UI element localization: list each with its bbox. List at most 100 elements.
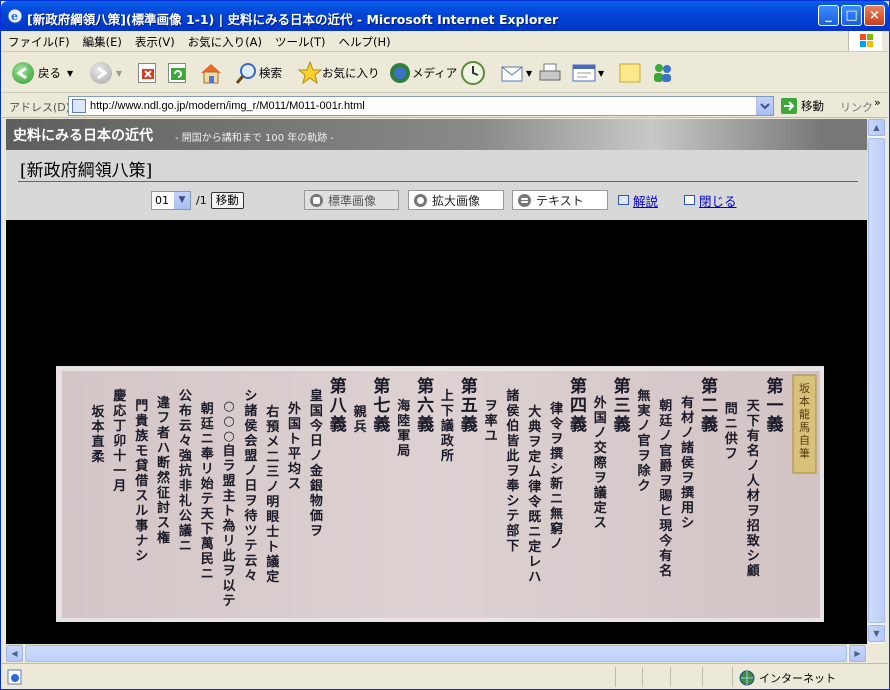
zone-label: インターネット [759,672,836,685]
address-input[interactable]: http://www.ndl.go.jp/modern/img_r/M011/M… [68,96,774,116]
mail-button[interactable]: ▼ [500,61,532,85]
maximize-button[interactable]: □ [841,5,862,26]
back-dropdown-icon[interactable]: ▼ [67,69,73,78]
home-button[interactable] [198,61,224,85]
forward-button[interactable]: ▼ [90,61,122,85]
manuscript-column: 無実ノ官ヲ除ク [637,388,651,494]
address-bar: アドレス(D) http://www.ndl.go.jp/modern/img_… [2,94,888,118]
zoom-view-icon [414,193,427,207]
go-button[interactable]: 移動 [780,97,824,115]
manuscript-column: 朝廷ニ奉リ始テ天下萬民ニ [200,401,215,582]
view-text-button[interactable]: テキスト [512,190,608,210]
label-char: 馬 [799,421,810,434]
site-subtitle: - 開国から講和まで 100 年の軌跡 - [175,133,335,144]
manuscript-image[interactable]: 坂本龍馬自筆 第一義天下有名ノ人材ヲ招致シ顧問ニ供フ第二義有材ノ諸侯ヲ撰用シ朝廷… [6,220,867,644]
scroll-left-icon[interactable]: ◀ [6,645,23,662]
label-char: 自 [799,434,810,447]
article-heading: 第一義 [767,376,784,435]
title-bar[interactable]: e [新政府綱領八策](標準画像 1-1) | 史料にみる日本の近代 - Mic… [1,1,889,31]
menu-favorites[interactable]: お気に入り(A) [182,31,269,50]
security-zone: インターネット [732,667,882,687]
menu-edit[interactable]: 編集(E) [77,31,129,50]
discuss-button[interactable] [618,61,642,85]
close-page-link[interactable]: 閉じる [684,190,737,210]
close-button[interactable]: × [864,5,885,26]
page-select[interactable]: 01 ▼ [151,190,191,210]
media-label: メディア [412,66,458,80]
vertical-scroll-thumb[interactable] [868,138,885,623]
status-separator [642,667,643,687]
page-select-value: 01 [155,193,169,207]
close-box-icon [684,195,695,205]
manuscript-column: ○ ○ ○自ラ盟主ト為リ此ヲ以テ [222,399,235,609]
manuscript-column: 朝廷ノ官爵ヲ賜ヒ現今有名 [658,398,673,579]
stop-button[interactable] [138,61,156,85]
refresh-button[interactable] [168,61,186,85]
links-label[interactable]: リンク [840,99,873,115]
print-button[interactable] [538,61,562,85]
search-label: 検索 [259,66,282,80]
back-arrow-icon [12,62,34,84]
manuscript-column: 律令ヲ撰シ新ニ無窮ノ [550,401,564,552]
manuscript-column: 大典ヲ定ム律令既ニ定レハ [527,404,542,585]
chevron-down-icon[interactable]: ▼ [174,191,190,209]
article-heading: 第二義 [701,376,718,435]
view-standard-button[interactable]: 標準画像 [304,190,399,210]
manuscript-column: 問ニ供フ [724,402,738,462]
address-dropdown-icon[interactable] [756,97,773,115]
forward-dropdown-icon[interactable]: ▼ [116,69,122,78]
stop-icon [138,63,156,83]
book-icon [618,195,629,205]
commentary-link[interactable]: 解説 [618,190,658,210]
manuscript-column: 公布云々強抗非礼公議ニ [179,389,192,554]
mail-icon [501,66,523,82]
site-header: 史料にみる日本の近代 - 開国から講和まで 100 年の軌跡 - [6,119,867,150]
article-heading: 第六義 [417,376,434,435]
menu-help[interactable]: ヘルプ(H) [333,31,398,50]
edit-button[interactable]: ▼ [572,61,604,85]
document-title: [新政府綱領八策] [20,161,153,181]
horizontal-scrollbar[interactable]: ◀ ▶ [6,644,867,662]
menu-file[interactable]: ファイル(F) [2,31,77,50]
page-go-button[interactable]: 移動 [210,191,244,209]
divider [18,181,858,182]
horizontal-scroll-thumb[interactable] [25,645,847,662]
manuscript-column: 門貴族モ貸借スル事ナシ [134,399,149,564]
minimize-button[interactable]: _ [818,5,839,26]
view-zoom-frame: 拡大画像 [408,190,504,210]
menu-view[interactable]: 表示(V) [129,31,182,50]
history-button[interactable] [460,61,486,85]
links-chevron-icon[interactable]: » [874,96,881,109]
edit-dropdown-icon[interactable]: ▼ [598,69,604,78]
back-button[interactable]: 戻る ▼ [12,61,73,85]
media-button[interactable]: メディア [388,61,457,85]
manuscript-column: 上下議政所 [441,389,455,464]
manuscript-column: 違フ者ハ断然征討ス権 [156,395,170,546]
manuscript-column: 海陸軍局 [397,398,410,459]
favorites-button[interactable]: お気に入り [298,61,380,85]
scroll-down-icon[interactable]: ▼ [868,625,885,642]
menu-tools[interactable]: ツール(T) [269,31,333,50]
view-standard-label: 標準画像 [328,193,377,208]
mail-dropdown-icon[interactable]: ▼ [526,69,532,78]
manuscript-column: 有材ノ諸侯ヲ撰用シ [680,395,694,531]
vertical-scrollbar[interactable]: ▲ ▼ [867,119,885,644]
view-standard-frame: 標準画像 [304,190,399,210]
globe-icon [739,670,755,686]
label-char: 筆 [799,446,810,460]
refresh-icon [168,63,186,83]
manuscript-column: 右預メ二三ノ明眼士ト議定 [265,404,280,585]
scroll-up-icon[interactable]: ▲ [868,119,885,136]
article-heading: 第五義 [461,376,478,435]
scroll-right-icon[interactable]: ▶ [849,645,866,662]
search-button[interactable]: 検索 [235,61,282,85]
messenger-icon [654,64,671,82]
close-label: 閉じる [699,193,737,209]
manuscript-column: 坂本直柔 [90,404,105,465]
menu-bar: ファイル(F) 編集(E) 表示(V) お気に入り(A) ツール(T) ヘルプ(H) [2,31,888,52]
messenger-button[interactable] [650,61,676,85]
address-url: http://www.ndl.go.jp/modern/img_r/M011/M… [90,100,365,112]
svg-text:e: e [11,10,18,23]
view-zoom-button[interactable]: 拡大画像 [408,190,504,210]
article-heading: 第三義 [614,376,631,435]
